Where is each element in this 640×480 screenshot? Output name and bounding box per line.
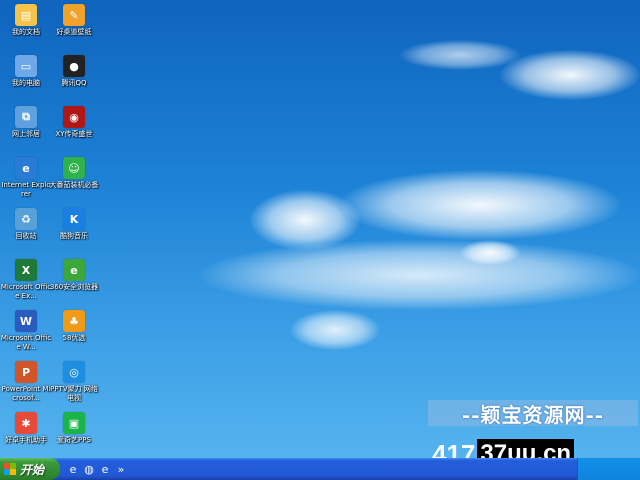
desktop-icon[interactable]: e 360安全浏览器	[48, 259, 100, 292]
ie2-quicklaunch-icon[interactable]: e	[98, 462, 112, 476]
excel-icon: X	[15, 259, 37, 281]
cloud	[500, 50, 640, 100]
desktop-icon-label: XY传奇盛世	[55, 130, 93, 138]
desktop-icon[interactable]: ◉ XY传奇盛世	[48, 106, 100, 139]
desktop-icon[interactable]: ▣ 爱奇艺PPS	[48, 412, 100, 445]
desktop-icon-label: 腾讯QQ	[61, 79, 87, 87]
browser-360-icon: e	[63, 259, 85, 281]
desktop-background: ▤ 我的文档 ✎ 好桌道壁纸 ▭ 我的电脑 ● 腾讯QQ ⧉ 网上邻居 ◉ XY传奇盛世 e Intern…	[0, 0, 640, 458]
cloud	[400, 40, 520, 70]
desktop-icon-label: 网上邻居	[12, 130, 40, 138]
desktop-icon-label: 酷狗音乐	[60, 232, 88, 240]
desktop-icon[interactable]: ⧉ 网上邻居	[0, 106, 52, 139]
desktop-icon-label: 好桌道壁纸	[56, 28, 92, 36]
internet-explorer-icon: e	[15, 157, 37, 179]
more-quicklaunch-icon[interactable]: »	[114, 462, 128, 476]
watermark-banner: --颖宝资源网--	[428, 400, 638, 427]
media-quicklaunch-icon[interactable]: ◍	[82, 462, 96, 476]
desktop-icon-label: 好卓手机助手	[5, 436, 47, 444]
powerpoint-icon: P	[15, 361, 37, 383]
word-icon: W	[15, 310, 37, 332]
desktop-icon[interactable]: ▤ 我的文档	[0, 4, 52, 37]
desktop-icon-label: 我的电脑	[12, 79, 40, 87]
start-label: 开始	[20, 462, 45, 477]
desktop-icon-label: Microsoft Office Ex...	[0, 283, 52, 300]
start-button[interactable]: 开始	[0, 458, 60, 480]
desktop-icon[interactable]: P PowerPoint Microsof...	[0, 361, 52, 403]
pptv-icon: ◎	[63, 361, 85, 383]
game-icon: ◉	[63, 106, 85, 128]
desktop-icon[interactable]: X Microsoft Office Ex...	[0, 259, 52, 301]
cloud	[290, 310, 380, 350]
desktop-icon[interactable]: ♣ 58优选	[48, 310, 100, 343]
recycle-bin-icon: ♻	[15, 208, 37, 230]
desktop-icon-label: PPTV聚力 网络电视	[50, 385, 98, 402]
cloud	[200, 240, 640, 310]
desktop-icon-label: 回收站	[15, 232, 37, 240]
desktop-icon-label: 58优选	[62, 334, 86, 342]
desktop-icon-label: 爱奇艺PPS	[57, 436, 91, 444]
desktop-icon[interactable]: ▭ 我的电脑	[0, 55, 52, 88]
system-tray	[577, 458, 640, 480]
desktop-icon-label: Microsoft Office W...	[0, 334, 52, 351]
kugou-music-icon: K	[63, 208, 85, 230]
network-places-icon: ⧉	[15, 106, 37, 128]
desktop-icon[interactable]: ✱ 好卓手机助手	[0, 412, 52, 445]
cloud	[340, 170, 620, 240]
iqiyi-icon: ▣	[63, 412, 85, 434]
ie-quicklaunch-icon[interactable]: e	[66, 462, 80, 476]
desktop-icon[interactable]: K 酷狗音乐	[48, 208, 100, 241]
desktop-icon[interactable]: ✎ 好桌道壁纸	[48, 4, 100, 37]
cloud	[460, 240, 520, 265]
desktop-icon[interactable]: ☺ 大番茄装机必备	[48, 157, 100, 190]
taskbar: 开始 e ◍ e»	[0, 458, 640, 480]
desktop-icon[interactable]: ◎ PPTV聚力 网络电视	[48, 361, 100, 403]
desktop-icon-label: PowerPoint Microsof...	[1, 385, 51, 402]
phone-assistant-icon: ✱	[15, 412, 37, 434]
my-computer-icon: ▭	[15, 55, 37, 77]
windows-logo-icon	[4, 463, 16, 475]
qq-penguin-icon: ●	[63, 55, 85, 77]
my-documents-icon: ▤	[15, 4, 37, 26]
shopping-bag-icon: ☺	[63, 157, 85, 179]
desktop-icon-label: 360安全浏览器	[49, 283, 99, 291]
wallpaper-app-icon: ✎	[63, 4, 85, 26]
app-58-icon: ♣	[63, 310, 85, 332]
desktop-icon-label: Internet Explorer	[1, 181, 51, 198]
desktop-icon[interactable]: e Internet Explorer	[0, 157, 52, 199]
desktop-icon-label: 我的文档	[12, 28, 40, 36]
desktop-icon[interactable]: W Microsoft Office W...	[0, 310, 52, 352]
desktop-icon[interactable]: ♻ 回收站	[0, 208, 52, 241]
desktop-icon-label: 大番茄装机必备	[49, 181, 99, 189]
desktop-icon[interactable]: ● 腾讯QQ	[48, 55, 100, 88]
